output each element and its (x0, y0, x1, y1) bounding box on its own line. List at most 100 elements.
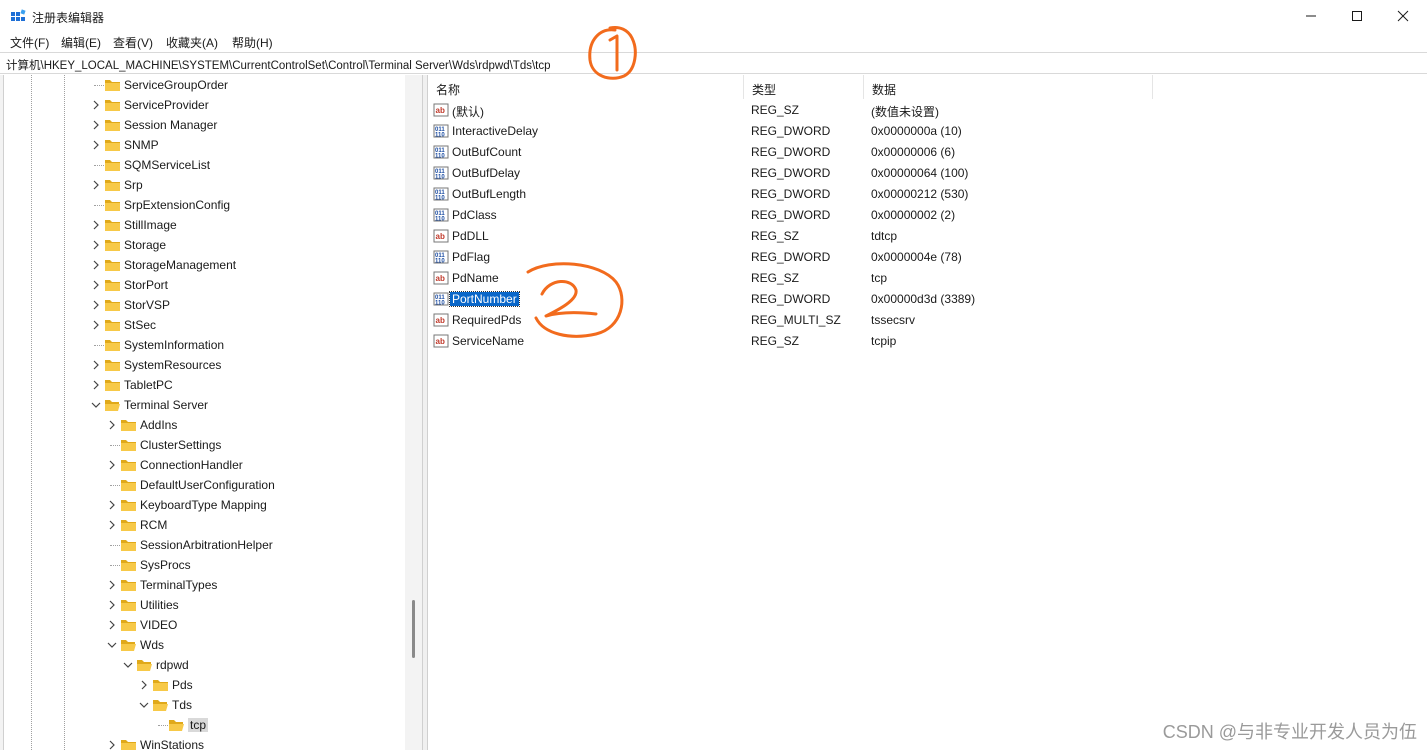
tree-item-winstations[interactable]: WinStations (4, 735, 405, 750)
address-path[interactable]: 计算机\HKEY_LOCAL_MACHINE\SYSTEM\CurrentCon… (6, 57, 551, 73)
chevron-right-icon[interactable] (107, 738, 117, 750)
menu-file[interactable]: 文件(F) (10, 34, 49, 51)
chevron-right-icon[interactable] (107, 578, 117, 592)
chevron-right-icon[interactable] (91, 118, 101, 132)
chevron-right-icon[interactable] (107, 618, 117, 632)
tree-item-serviceprovider[interactable]: ServiceProvider (4, 95, 405, 115)
svg-text:110: 110 (435, 175, 445, 181)
folder-icon (120, 518, 137, 532)
binary-value-icon: 011 110 (433, 207, 449, 223)
chevron-right-icon[interactable] (91, 218, 101, 232)
maximize-button[interactable] (1334, 0, 1380, 32)
tree-item-storvsp[interactable]: StorVSP (4, 295, 405, 315)
chevron-right-icon[interactable] (107, 458, 117, 472)
chevron-right-icon[interactable] (139, 678, 149, 692)
value-row-interactivedelay[interactable]: 011 110 InteractiveDelay REG_DWORD 0x0000000… (428, 120, 1427, 141)
chevron-down-icon[interactable] (107, 638, 117, 652)
tree-item-sqmservicelist[interactable]: SQMServiceList (4, 155, 405, 175)
column-data[interactable]: 数据 (864, 75, 1153, 99)
chevron-right-icon[interactable] (107, 418, 117, 432)
chevron-right-icon[interactable] (107, 498, 117, 512)
folder-icon (104, 178, 121, 192)
tree-item-stillimage[interactable]: StillImage (4, 215, 405, 235)
value-row-outbuflength[interactable]: 011 110 OutBufLength REG_DWORD 0x00000212 (5… (428, 183, 1427, 204)
chevron-right-icon[interactable] (107, 518, 117, 532)
tree-item-rdpwd[interactable]: rdpwd (4, 655, 405, 675)
tree-item-storage[interactable]: Storage (4, 235, 405, 255)
address-bar[interactable]: 计算机\HKEY_LOCAL_MACHINE\SYSTEM\CurrentCon… (0, 52, 1427, 74)
tree-item-tcp[interactable]: tcp (4, 715, 405, 735)
minimize-button[interactable] (1288, 0, 1334, 32)
menu-edit[interactable]: 编辑(E) (61, 34, 101, 51)
menu-help[interactable]: 帮助(H) (232, 34, 273, 51)
binary-value-icon: 011 110 (433, 291, 449, 307)
chevron-right-icon[interactable] (91, 238, 101, 252)
tree-item-video[interactable]: VIDEO (4, 615, 405, 635)
tree-item-clustersettings[interactable]: ClusterSettings (4, 435, 405, 455)
tree-item-pds[interactable]: Pds (4, 675, 405, 695)
tree-item-srpextensionconfig[interactable]: SrpExtensionConfig (4, 195, 405, 215)
tree-scrollbar[interactable] (405, 75, 422, 750)
tree-item-terminal-server[interactable]: Terminal Server (4, 395, 405, 415)
chevron-right-icon[interactable] (91, 318, 101, 332)
folder-icon (104, 198, 121, 212)
folder-icon (120, 578, 137, 592)
tree-item-storagemanagement[interactable]: StorageManagement (4, 255, 405, 275)
chevron-right-icon[interactable] (91, 258, 101, 272)
tree-item-sysprocs[interactable]: SysProcs (4, 555, 405, 575)
tree-item-utilities[interactable]: Utilities (4, 595, 405, 615)
chevron-down-icon[interactable] (91, 398, 101, 412)
close-button[interactable] (1380, 0, 1426, 32)
chevron-right-icon[interactable] (91, 358, 101, 372)
chevron-right-icon[interactable] (91, 98, 101, 112)
value-row-[interactable]: ab (默认) REG_SZ (数值未设置) (428, 99, 1427, 120)
value-row-pdclass[interactable]: 011 110 PdClass REG_DWORD 0x00000002 (2) (428, 204, 1427, 225)
tree-item-session-manager[interactable]: Session Manager (4, 115, 405, 135)
value-row-pddll[interactable]: ab PdDLL REG_SZ tdtcp (428, 225, 1427, 246)
tree-item-label: Tds (172, 698, 193, 712)
chevron-right-icon[interactable] (91, 298, 101, 312)
menu-favorites[interactable]: 收藏夹(A) (166, 34, 218, 51)
column-type[interactable]: 类型 (744, 75, 864, 99)
tree-item-rcm[interactable]: RCM (4, 515, 405, 535)
registry-tree[interactable]: ServiceGroupOrder ServiceProvider Session … (4, 75, 405, 750)
chevron-down-icon[interactable] (139, 698, 149, 712)
tree-item-connectionhandler[interactable]: ConnectionHandler (4, 455, 405, 475)
folder-icon (152, 678, 169, 692)
folder-icon (104, 258, 121, 272)
tree-item-wds[interactable]: Wds (4, 635, 405, 655)
value-row-outbufdelay[interactable]: 011 110 OutBufDelay REG_DWORD 0x00000064 (10… (428, 162, 1427, 183)
tree-item-tabletpc[interactable]: TabletPC (4, 375, 405, 395)
tree-item-storport[interactable]: StorPort (4, 275, 405, 295)
chevron-right-icon[interactable] (91, 138, 101, 152)
tree-item-srp[interactable]: Srp (4, 175, 405, 195)
chevron-down-icon[interactable] (123, 658, 133, 672)
tree-item-snmp[interactable]: SNMP (4, 135, 405, 155)
tree-connector-line (94, 85, 104, 86)
window-title: 注册表编辑器 (32, 11, 105, 25)
values-list[interactable]: 名称 类型 数据 ab (默认) REG_SZ (数值未设置) 011 110 Intera… (428, 75, 1427, 750)
tree-item-stsec[interactable]: StSec (4, 315, 405, 335)
tree-item-tds[interactable]: Tds (4, 695, 405, 715)
tree-item-sessionarbitrationhelper[interactable]: SessionArbitrationHelper (4, 535, 405, 555)
tree-item-addins[interactable]: AddIns (4, 415, 405, 435)
chevron-right-icon[interactable] (91, 278, 101, 292)
svg-text:110: 110 (435, 301, 445, 307)
tree-scrollbar-thumb[interactable] (412, 600, 415, 658)
value-name: ServiceName (452, 334, 525, 348)
tree-item-servicegrouporder[interactable]: ServiceGroupOrder (4, 75, 405, 95)
tree-item-defaultuserconfiguration[interactable]: DefaultUserConfiguration (4, 475, 405, 495)
tree-item-systeminformation[interactable]: SystemInformation (4, 335, 405, 355)
binary-value-icon: 011 110 (433, 249, 449, 265)
folder-icon (120, 538, 137, 552)
value-name: RequiredPds (452, 313, 522, 327)
tree-item-keyboardtype-mapping[interactable]: KeyboardType Mapping (4, 495, 405, 515)
string-value-icon: ab (433, 333, 449, 349)
tree-item-terminaltypes[interactable]: TerminalTypes (4, 575, 405, 595)
chevron-right-icon[interactable] (91, 378, 101, 392)
value-row-outbufcount[interactable]: 011 110 OutBufCount REG_DWORD 0x00000006 (6) (428, 141, 1427, 162)
menu-view[interactable]: 查看(V) (113, 34, 153, 51)
chevron-right-icon[interactable] (91, 178, 101, 192)
chevron-right-icon[interactable] (107, 598, 117, 612)
tree-item-systemresources[interactable]: SystemResources (4, 355, 405, 375)
